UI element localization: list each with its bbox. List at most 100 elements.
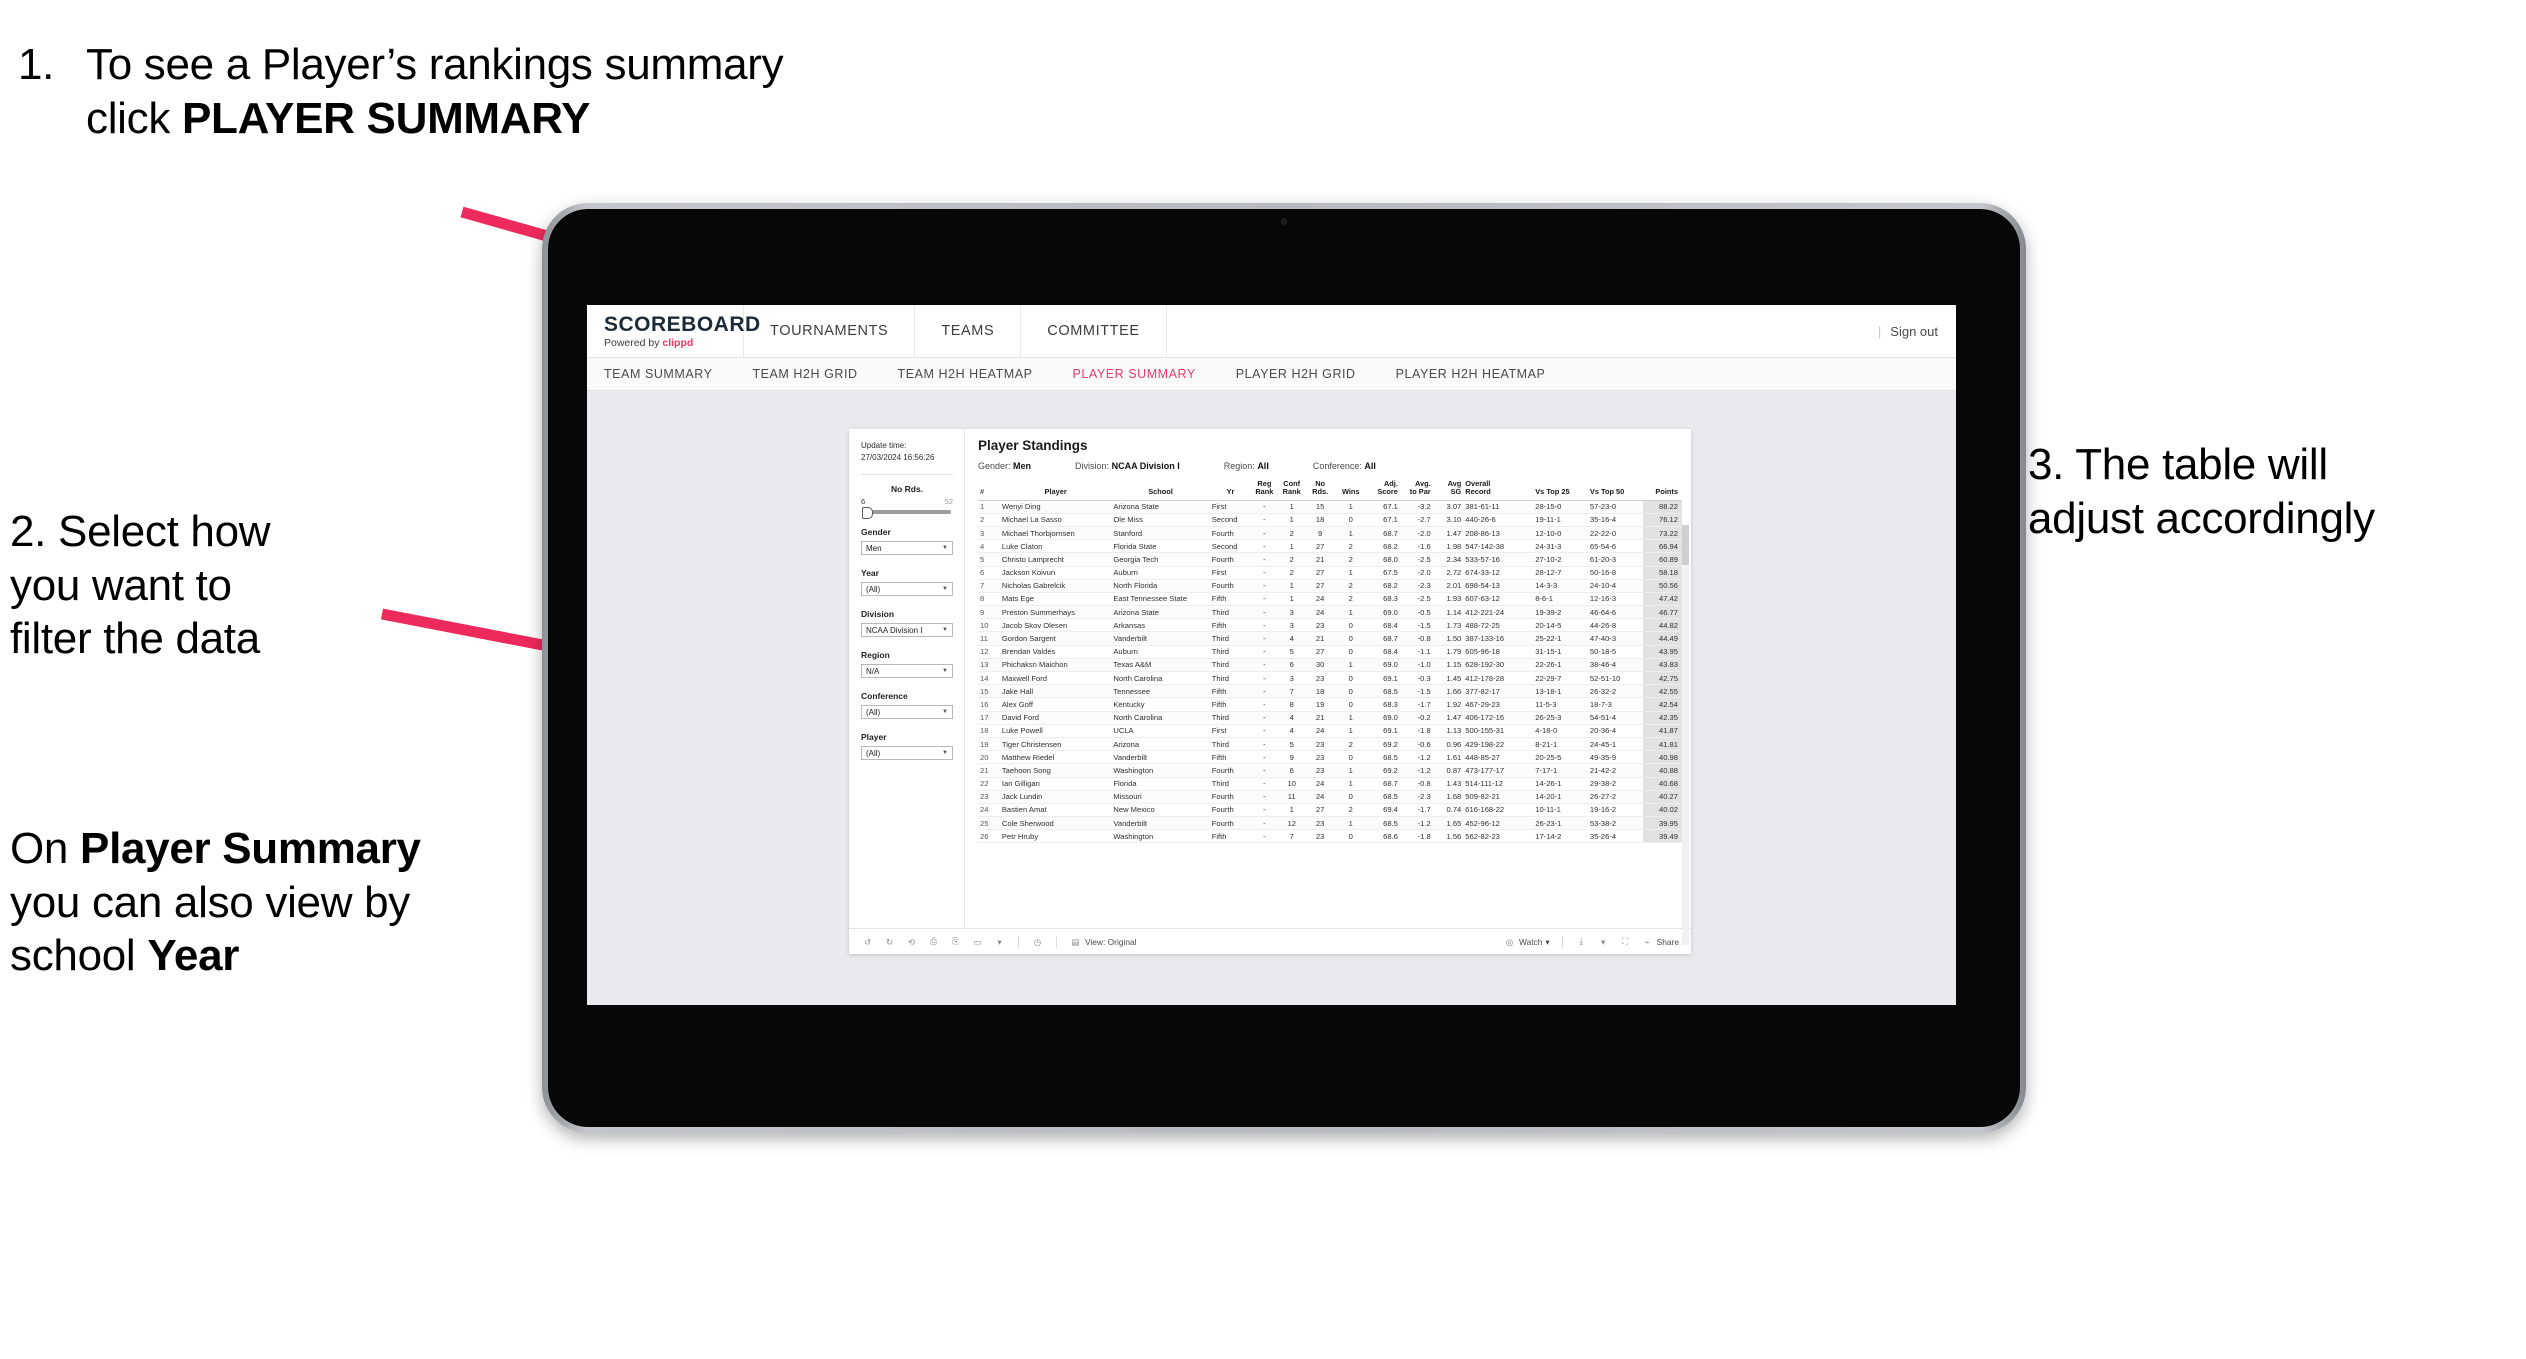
col-vs-top-25[interactable]: Vs Top 25 <box>1533 480 1588 501</box>
share-button[interactable]: ⌁ Share <box>1641 935 1679 948</box>
table-row[interactable]: 18 Luke Powell UCLA First -4 24 1 69.1 -1.8 1.13 5… <box>978 724 1682 738</box>
tab-player-h2h-heatmap[interactable]: PLAYER H2H HEATMAP <box>1396 367 1546 381</box>
table-row[interactable]: 13 Phichaksn Maichon Texas A&M Third -6 30 1 69… <box>978 658 1682 673</box>
tab-team-summary[interactable]: TEAM SUMMARY <box>604 367 712 381</box>
col-points[interactable]: Points <box>1642 480 1682 501</box>
cell-yr: Fourth <box>1209 763 1252 778</box>
col-wins[interactable]: Wins <box>1334 480 1368 501</box>
cell-reg-rank: - <box>1251 671 1278 686</box>
filter-division-select[interactable]: NCAA Division I ▼ <box>861 623 953 638</box>
pause-auto-updates-icon[interactable]: ⎙ <box>927 935 940 948</box>
cell-conf-rank: 5 <box>1277 737 1306 752</box>
table-row[interactable]: 26 Petr Hruby Washington Fifth -7 23 0 68.6 -1.8… <box>978 829 1682 844</box>
table-scrollbar-thumb[interactable] <box>1682 525 1689 565</box>
table-row[interactable]: 7 Nicholas Gabrelcik North Florida Fourth -1… <box>978 579 1682 593</box>
cell-overall-record: 514-111-12 <box>1463 777 1534 791</box>
table-row[interactable]: 5 Christo Lamprecht Georgia Tech Fourth -2 21… <box>978 552 1682 567</box>
cell-rank: 19 <box>978 737 1000 752</box>
table-row[interactable]: 23 Jack Lundin Missouri Fourth -11 24 0 68.5 -2.… <box>978 790 1682 804</box>
filter-year-select[interactable]: (All) ▼ <box>861 582 953 597</box>
table-row[interactable]: 22 Ian Gilligan Florida Third -10 24 1 68.7 -0.8… <box>978 777 1682 791</box>
table-row[interactable]: 11 Gordon Sargent Vanderbilt Third -4 21 0 68.7… <box>978 631 1682 646</box>
col-no-rds[interactable]: No Rds. <box>1305 479 1335 501</box>
highlight-icon[interactable]: ▭ <box>971 935 984 948</box>
col-reg-rank[interactable]: Reg Rank <box>1251 479 1278 501</box>
table-row[interactable]: 2 Michael La Sasso Ole Miss Second -1 18 0 67.1… <box>978 513 1682 527</box>
col-vs-top-50[interactable]: Vs Top 50 <box>1587 480 1643 501</box>
table-row[interactable]: 25 Cole Sherwood Vanderbilt Fourth -12 23 1 68.… <box>978 816 1682 831</box>
meta-region-value: All <box>1257 461 1269 471</box>
cell-avg-to-par: -0.8 <box>1399 777 1433 791</box>
cell-overall-record: 616-168-22 <box>1463 803 1534 818</box>
header-nav-committee[interactable]: COMMITTEE <box>1021 305 1167 357</box>
col-adj-score[interactable]: Adj. Score <box>1367 479 1400 501</box>
cell-adj-score: 68.3 <box>1367 697 1400 712</box>
filter-player-select[interactable]: (All) ▼ <box>861 746 953 761</box>
view-original-button[interactable]: ▤ View: Original <box>1069 935 1137 948</box>
table-row[interactable]: 6 Jackson Koivun Auburn First -2 27 1 67.5 -2.0 2… <box>978 566 1682 580</box>
filter-region: Region N/A ▼ <box>861 650 953 679</box>
table-row[interactable]: 12 Brendan Valdes Auburn Third -5 27 0 68.4 -1.1… <box>978 645 1682 659</box>
table-row[interactable]: 9 Preston Summerhays Arizona State Third -3 2… <box>978 605 1682 620</box>
table-row[interactable]: 1 Wenyi Ding Arizona State First -1 15 1 67.1 -3… <box>978 500 1682 514</box>
redo-icon[interactable]: ↻ <box>883 935 896 948</box>
download-icon[interactable]: ⤓ <box>1575 935 1588 948</box>
tab-player-h2h-grid[interactable]: PLAYER H2H GRID <box>1236 367 1356 381</box>
table-scrollbar[interactable] <box>1682 525 1689 945</box>
header-divider: | <box>1877 323 1882 339</box>
header-nav-tournaments[interactable]: TOURNAMENTS <box>744 305 916 357</box>
col-avg-sg[interactable]: Avg SG <box>1432 479 1464 501</box>
tab-player-summary[interactable]: PLAYER SUMMARY <box>1073 367 1196 381</box>
fullscreen-icon[interactable]: ⛶ <box>1619 935 1632 948</box>
table-row[interactable]: 15 Jake Hall Tennessee Fifth -7 18 0 68.5 -1.5 1.… <box>978 684 1682 699</box>
col-avg-to-par[interactable]: Avg. to Par <box>1399 479 1433 501</box>
chevron-down-icon[interactable]: ▾ <box>1597 935 1610 948</box>
col-school[interactable]: School <box>1111 480 1210 501</box>
table-row[interactable]: 10 Jacob Skov Olesen Arkansas Fifth -3 23 0 68.… <box>978 618 1682 633</box>
table-row[interactable]: 8 Mats Ege East Tennessee State Fifth -1 24 2 6… <box>978 592 1682 607</box>
cell-yr: Third <box>1209 658 1252 673</box>
table-row[interactable]: 21 Taehoon Song Washington Fourth -6 23 1 69.2-… <box>978 763 1682 778</box>
table-row[interactable]: 24 Bastien Amat New Mexico Fourth -1 27 2 69.4-… <box>978 803 1682 818</box>
filter-no-rounds[interactable]: No Rds. 6 52 <box>861 484 953 520</box>
reset-icon[interactable]: ⟲ <box>905 935 918 948</box>
tab-team-h2h-heatmap[interactable]: TEAM H2H HEATMAP <box>898 367 1033 381</box>
cell-school: UCLA <box>1111 724 1210 738</box>
chevron-down-icon[interactable]: ▾ <box>993 935 1006 948</box>
col-overall-record[interactable]: Overall Record <box>1463 479 1534 501</box>
col-yr[interactable]: Yr <box>1209 480 1252 501</box>
resume-auto-updates-icon[interactable]: ⎘ <box>949 935 962 948</box>
slider-handle[interactable] <box>862 507 873 520</box>
cell-avg-sg: 1.45 <box>1432 671 1464 686</box>
tab-team-h2h-grid[interactable]: TEAM H2H GRID <box>752 367 857 381</box>
cell-avg-sg: 1.79 <box>1432 645 1464 659</box>
col-conf-rank[interactable]: Conf Rank <box>1277 479 1306 501</box>
watch-button[interactable]: ◎ Watch ▾ <box>1503 935 1550 948</box>
table-row[interactable]: 20 Matthew Riedel Vanderbilt Fifth -9 23 0 68.5… <box>978 750 1682 765</box>
undo-icon[interactable]: ↺ <box>861 935 874 948</box>
table-row[interactable]: 3 Michael Thorbjornsen Stanford Fourth -2 9 1 6… <box>978 526 1682 541</box>
table-row[interactable]: 19 Tiger Christensen Arizona Third -5 23 2 69.2… <box>978 737 1682 752</box>
table-row[interactable]: 14 Maxwell Ford North Carolina Third -3 23 0 69… <box>978 671 1682 686</box>
filter-region-select[interactable]: N/A ▼ <box>861 664 953 679</box>
cell-avg-to-par: -2.7 <box>1399 513 1433 527</box>
col-rank[interactable]: # <box>978 480 1000 501</box>
sign-out-link[interactable]: Sign out <box>1890 324 1938 339</box>
filter-conference-select[interactable]: (All) ▼ <box>861 705 953 720</box>
header-nav-teams[interactable]: TEAMS <box>915 305 1022 357</box>
logo-tagline-prefix: Powered by <box>604 336 663 349</box>
table-row[interactable]: 16 Alex Goff Kentucky Fifth -8 19 0 68.3 -1.7 1.9… <box>978 697 1682 712</box>
app-logo[interactable]: SCOREBOARD Powered by clippd <box>587 305 760 357</box>
filter-gender-select[interactable]: Men ▼ <box>861 541 953 556</box>
slider-track[interactable] <box>862 507 951 520</box>
cell-avg-sg: 1.14 <box>1432 605 1464 620</box>
cell-avg-to-par: -2.3 <box>1399 579 1433 593</box>
cell-reg-rank: - <box>1251 579 1278 593</box>
cell-rank: 4 <box>978 539 1000 554</box>
table-row[interactable]: 17 David Ford North Carolina Third -4 21 1 69.0… <box>978 711 1682 725</box>
header-nav: TOURNAMENTS TEAMS COMMITTEE <box>744 305 1167 357</box>
table-row[interactable]: 4 Luke Claton Florida State Second -1 27 2 68.2… <box>978 539 1682 554</box>
cell-adj-score: 69.0 <box>1367 605 1400 620</box>
col-player[interactable]: Player <box>999 480 1112 501</box>
refresh-icon[interactable]: ◷ <box>1031 935 1044 948</box>
